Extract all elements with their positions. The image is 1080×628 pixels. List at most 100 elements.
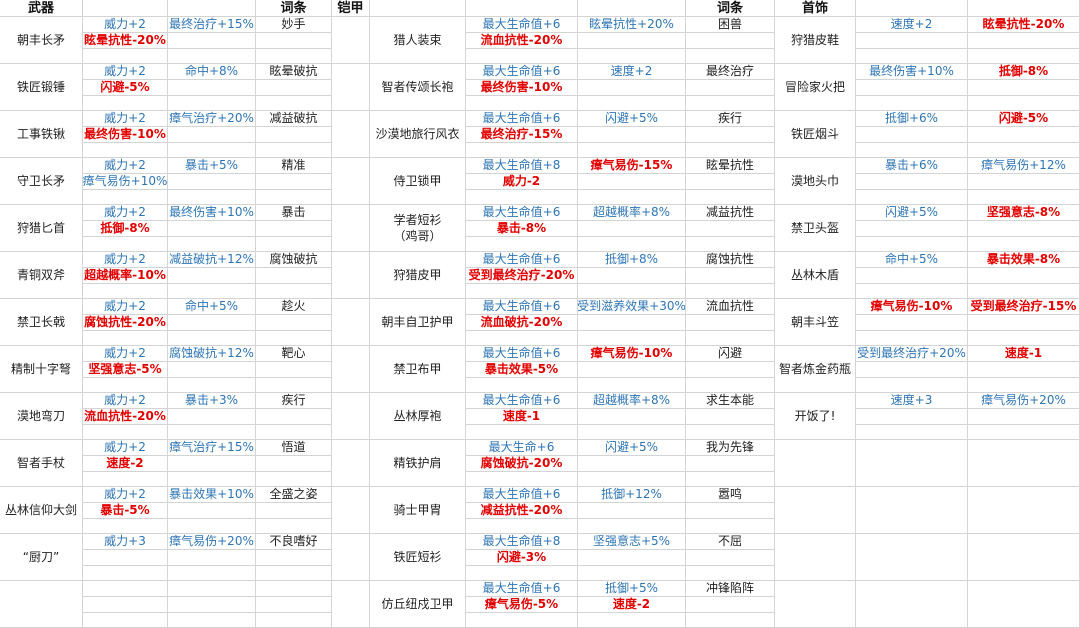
empty-cell: [686, 33, 775, 49]
empty-cell: [578, 566, 686, 581]
empty-cell: [256, 456, 332, 472]
accessory-stat: 抵御+6%: [856, 111, 968, 127]
armor-trait: 最终治疗: [686, 64, 775, 80]
empty-cell: [578, 613, 686, 628]
empty-cell: [686, 456, 775, 472]
armor-stat: 坚强意志+5%: [578, 534, 686, 550]
spacer-cell: [332, 581, 370, 628]
weapon-stat: 瘴气治疗+20%: [168, 111, 256, 127]
spacer-cell: [332, 393, 370, 440]
weapon-stat: 流血抗性-20%: [83, 409, 168, 425]
weapon-stat: 威力+2: [83, 440, 168, 456]
empty-cell: [968, 440, 1080, 487]
empty-cell: [168, 268, 256, 284]
empty-cell: [968, 362, 1080, 378]
armor-stat: 速度+2: [578, 64, 686, 80]
column-header: 词条: [256, 0, 332, 17]
empty-cell: [256, 49, 332, 64]
weapon-name: 铁匠锻锤: [0, 64, 83, 111]
accessory-name: 冒险家火把: [775, 64, 856, 111]
armor-name: 狩猎皮甲: [370, 252, 466, 299]
empty-cell: [968, 221, 1080, 237]
empty-cell: [168, 362, 256, 378]
armor-name: 沙漠地旅行风衣: [370, 111, 466, 158]
armor-stat: 最大生命值+8: [466, 534, 578, 550]
empty-cell: [256, 221, 332, 237]
armor-stat: 闪避-3%: [466, 550, 578, 566]
weapon-stat: [83, 597, 168, 613]
empty-cell: [168, 613, 256, 628]
empty-cell: [83, 143, 168, 158]
armor-stat: 受到滋养效果+30%: [578, 299, 686, 315]
armor-trait: 疾行: [686, 111, 775, 127]
empty-cell: [168, 503, 256, 519]
spacer-cell: [332, 299, 370, 346]
empty-cell: [578, 378, 686, 393]
empty-cell: [578, 472, 686, 487]
empty-cell: [686, 237, 775, 252]
armor-name: 禁卫布甲: [370, 346, 466, 393]
empty-cell: [686, 80, 775, 96]
accessory-stat: 闪避-5%: [968, 111, 1080, 127]
empty-cell: [256, 190, 332, 205]
column-header: 铠甲: [332, 0, 370, 17]
empty-cell: [168, 566, 256, 581]
weapon-stat: 瘴气治疗+15%: [168, 440, 256, 456]
empty-cell: [466, 190, 578, 205]
armor-stat: 瘴气易伤-15%: [578, 158, 686, 174]
weapon-name: “厨刀”: [0, 534, 83, 581]
empty-cell: [466, 237, 578, 252]
spacer-cell: [332, 252, 370, 299]
armor-stat: 最大生命值+6: [466, 581, 578, 597]
empty-cell: [256, 550, 332, 566]
empty-cell: [83, 378, 168, 393]
empty-cell: [168, 472, 256, 487]
empty-cell: [856, 174, 968, 190]
empty-cell: [968, 49, 1080, 64]
weapon-stat: 威力+2: [83, 393, 168, 409]
accessory-name: 禁卫头盔: [775, 205, 856, 252]
empty-cell: [256, 503, 332, 519]
armor-stat: 最大生命值+6: [466, 346, 578, 362]
armor-stat: 最大生命值+6: [466, 111, 578, 127]
accessory-name: 铁匠烟斗: [775, 111, 856, 158]
empty-cell: [466, 566, 578, 581]
empty-cell: [856, 221, 968, 237]
empty-cell: [168, 284, 256, 299]
empty-cell: [968, 581, 1080, 628]
armor-stat: [578, 221, 686, 237]
empty-cell: [168, 378, 256, 393]
empty-cell: [466, 613, 578, 628]
weapon-trait: 趁火: [256, 299, 332, 315]
armor-stat: 超越概率+8%: [578, 205, 686, 221]
weapon-stat: 闪避-5%: [83, 80, 168, 96]
armor-stat: 最大生命值+6: [466, 393, 578, 409]
armor-name: 智者传颂长袍: [370, 64, 466, 111]
empty-cell: [256, 284, 332, 299]
armor-stat: 抵御+8%: [578, 252, 686, 268]
armor-stat: [578, 33, 686, 49]
empty-cell: [83, 472, 168, 487]
accessory-name: 丛林木盾: [775, 252, 856, 299]
accessory-name: 开饭了!: [775, 393, 856, 440]
weapon-stat: 威力+2: [83, 158, 168, 174]
accessory-name: 狩猎皮鞋: [775, 17, 856, 64]
empty-cell: [168, 456, 256, 472]
weapon-name: 狩猎匕首: [0, 205, 83, 252]
empty-cell: [856, 487, 968, 534]
weapon-trait: 精准: [256, 158, 332, 174]
armor-stat: 流血破抗-20%: [466, 315, 578, 331]
empty-cell: [256, 362, 332, 378]
armor-stat: [578, 503, 686, 519]
weapon-name: 智者手杖: [0, 440, 83, 487]
empty-cell: [686, 315, 775, 331]
empty-cell: [856, 96, 968, 111]
empty-cell: [856, 331, 968, 346]
accessory-stat: 受到最终治疗+20%: [856, 346, 968, 362]
armor-name: 铁匠短衫: [370, 534, 466, 581]
armor-stat: [578, 127, 686, 143]
armor-stat: [578, 550, 686, 566]
empty-cell: [168, 80, 256, 96]
empty-cell: [578, 190, 686, 205]
armor-stat: 最大生命+6: [466, 440, 578, 456]
